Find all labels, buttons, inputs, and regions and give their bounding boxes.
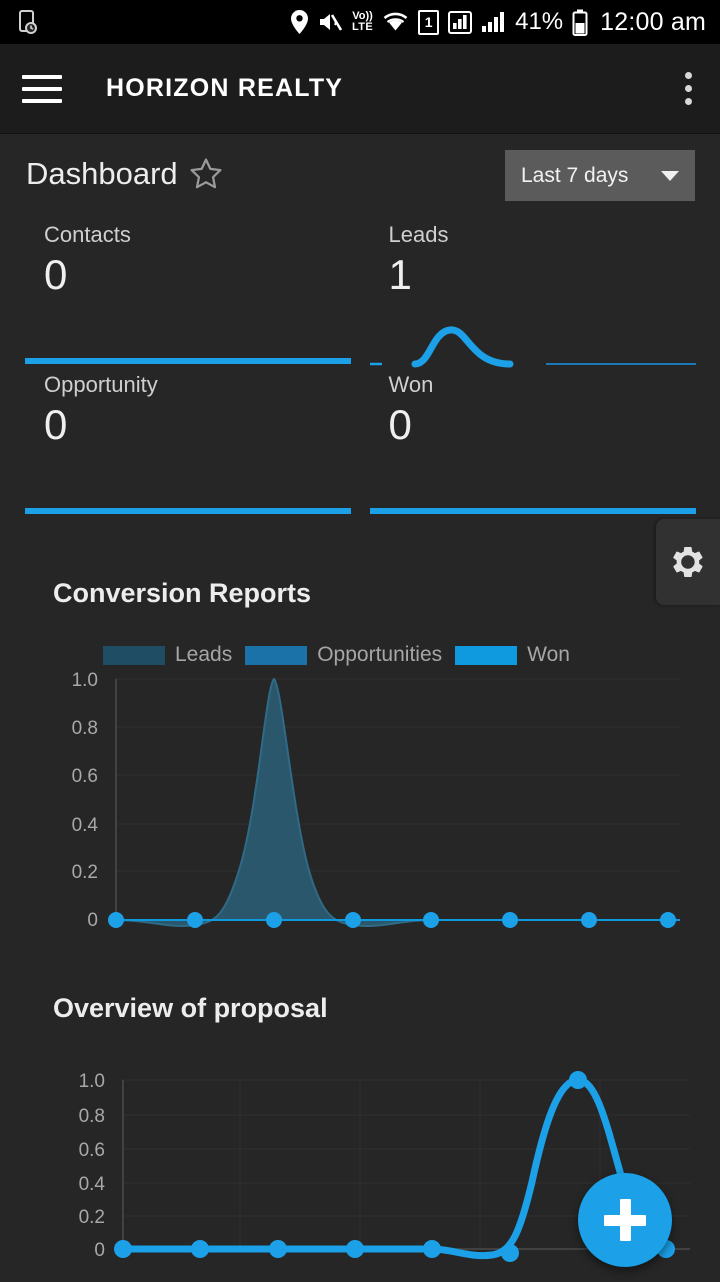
clock-alarm-icon	[16, 9, 38, 35]
section-title-overview: Overview of proposal	[53, 993, 328, 1023]
y-tick-label: 1.0	[72, 670, 98, 691]
y-tick-label: 0.6	[72, 766, 98, 787]
y-tick-label: 0.2	[72, 862, 98, 883]
section-title-conversion: Conversion Reports	[53, 578, 312, 608]
status-bar: Vo)) LTE 1 41% 12:00 am	[0, 0, 720, 44]
volte-bottom-text: LTE	[351, 21, 374, 33]
legend-swatch-opportunities	[245, 645, 308, 665]
legend-swatch-won	[455, 645, 518, 665]
metric-underline-bar	[369, 508, 696, 514]
y-tick-label: 0.8	[79, 1106, 105, 1127]
metrics-row-top: Contacts 0 Leads 1	[25, 214, 696, 368]
conversion-chart[interactable]: 1.0 0.8 0.6 0.4 0.2 0	[0, 667, 720, 957]
volte-icon: Vo)) LTE	[352, 11, 373, 33]
legend-label-opportunities: Opportunities	[317, 643, 443, 666]
star-outline-icon[interactable]	[188, 156, 224, 192]
sim-card-icon: 1	[418, 9, 440, 35]
battery-percent-text: 41%	[515, 8, 564, 35]
y-tick-label: 0	[87, 910, 98, 931]
date-range-dropdown[interactable]: Last 7 days	[505, 150, 695, 201]
date-range-label: Last 7 days	[521, 163, 629, 187]
legend-label-won: Won	[527, 643, 570, 666]
overflow-menu-icon[interactable]	[679, 66, 698, 111]
location-icon	[290, 9, 309, 35]
app-title: HORIZON REALTY	[106, 74, 344, 102]
y-tick-label: 1.0	[79, 1071, 105, 1092]
hamburger-icon[interactable]	[22, 74, 62, 103]
y-tick-label: 0.2	[79, 1207, 105, 1228]
plus-icon-vertical	[619, 1199, 631, 1241]
legend-swatch-leads	[103, 645, 165, 665]
metric-card-contacts[interactable]: Contacts 0	[25, 214, 351, 364]
metric-value: 0	[44, 251, 68, 298]
y-tick-label: 0.8	[72, 718, 98, 739]
y-tick-label: 0.4	[79, 1174, 106, 1195]
chevron-down-icon	[661, 170, 679, 181]
metric-value: 0	[44, 401, 68, 448]
signal-icon-1	[448, 10, 473, 34]
sim-number-text: 1	[424, 14, 433, 30]
series-line-leads	[115, 677, 680, 928]
dashboard-header: Dashboard Last 7 days	[0, 134, 720, 214]
metric-value: 0	[388, 401, 412, 448]
metric-card-leads[interactable]: Leads 1	[369, 214, 696, 368]
metric-label: Opportunity	[44, 372, 158, 397]
y-tick-label: 0.4	[72, 815, 99, 836]
add-button[interactable]	[578, 1173, 672, 1267]
conversion-reports-section: Conversion Reports Leads Opportunities W…	[0, 578, 720, 957]
metric-card-opportunity[interactable]: Opportunity 0	[25, 364, 351, 514]
metrics-row-bottom: Opportunity 0 Won 0	[25, 364, 696, 514]
page-title: Dashboard	[26, 156, 178, 191]
metrics-grid: Contacts 0 Leads 1 Opportunity 0 Won 0	[0, 214, 720, 605]
legend-label-leads: Leads	[175, 643, 233, 666]
wifi-icon	[382, 10, 409, 34]
legend-item-won[interactable]: Won	[455, 643, 570, 667]
y-tick-label: 0.6	[79, 1140, 105, 1161]
metric-label: Won	[388, 372, 434, 397]
legend-item-opportunities[interactable]: Opportunities	[245, 643, 442, 667]
metric-value: 1	[388, 251, 412, 298]
metric-label: Leads	[388, 222, 449, 247]
battery-icon	[572, 9, 588, 36]
y-tick-label: 0	[94, 1240, 105, 1261]
chart-legend: Leads Opportunities Won	[0, 643, 720, 667]
settings-tab[interactable]	[656, 519, 720, 605]
series-area-leads	[116, 679, 680, 927]
gear-icon	[670, 544, 706, 580]
chart-gridlines	[116, 678, 680, 872]
clock-text: 12:00 am	[600, 7, 706, 36]
legend-item-leads[interactable]: Leads	[103, 643, 232, 667]
app-bar: HORIZON REALTY	[0, 44, 720, 134]
signal-icon-2	[481, 10, 506, 34]
metric-underline-bar	[25, 508, 351, 514]
metric-label: Contacts	[44, 222, 131, 247]
mute-icon	[318, 10, 343, 34]
metric-card-won[interactable]: Won 0	[369, 364, 696, 514]
